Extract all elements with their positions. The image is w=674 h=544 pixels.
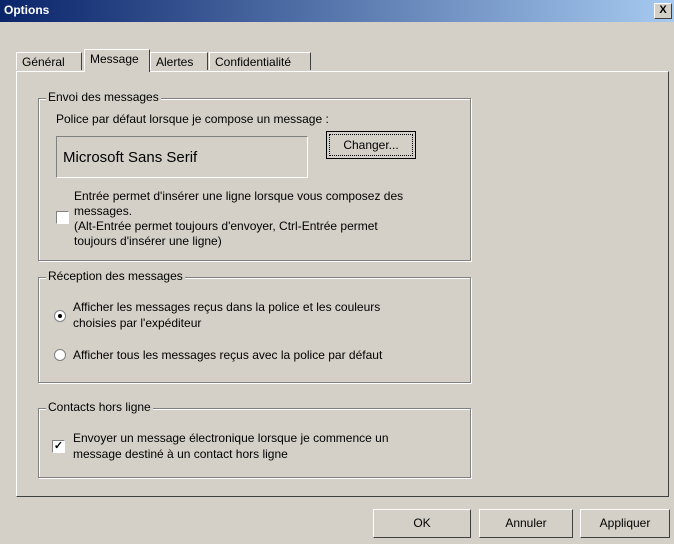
window-title: Options [4, 3, 50, 17]
receive-group-legend: Réception des messages [46, 269, 185, 283]
font-preview: Microsoft Sans Serif [56, 136, 308, 178]
change-font-button-label: Changer... [329, 134, 413, 156]
offline-email-line1: Envoyer un message électronique lorsque … [73, 431, 389, 445]
tab-confidentialite[interactable]: Confidentialité [209, 52, 311, 70]
close-button[interactable]: X [654, 3, 672, 19]
change-font-button[interactable]: Changer... [326, 131, 416, 159]
apply-button[interactable]: Appliquer [580, 509, 670, 538]
ok-button[interactable]: OK [373, 509, 471, 538]
send-group-legend: Envoi des messages [46, 90, 161, 104]
font-label: Police par défaut lorsque je compose un … [56, 112, 329, 126]
offline-group-legend: Contacts hors ligne [46, 400, 153, 414]
enter-newline-line3: (Alt-Entrée permet toujours d'envoyer, C… [74, 219, 378, 233]
receive-option1-radio[interactable] [54, 310, 66, 322]
offline-email-line2: message destiné à un contact hors ligne [73, 447, 288, 461]
tab-message[interactable]: Message [84, 49, 150, 72]
receive-option1-line1: Afficher les messages reçus dans la poli… [73, 300, 381, 314]
offline-email-checkbox[interactable]: ✓ [52, 440, 65, 453]
tab-general[interactable]: Général [16, 52, 82, 70]
enter-newline-checkbox[interactable] [56, 211, 69, 224]
title-bar: Options X [0, 0, 674, 22]
enter-newline-line1: Entrée permet d'insérer une ligne lorsqu… [74, 189, 404, 203]
receive-option2-label: Afficher tous les messages reçus avec la… [73, 348, 383, 362]
cancel-button[interactable]: Annuler [479, 509, 573, 538]
enter-newline-line2: messages. [74, 204, 133, 218]
receive-group: Réception des messages [38, 269, 471, 383]
enter-newline-line4: toujours d'insérer une ligne) [74, 234, 222, 248]
receive-option1-line2: choisies par l'expéditeur [73, 316, 202, 330]
tab-alertes[interactable]: Alertes [150, 52, 208, 70]
radio-dot [58, 314, 62, 318]
receive-option2-radio[interactable] [54, 349, 66, 361]
